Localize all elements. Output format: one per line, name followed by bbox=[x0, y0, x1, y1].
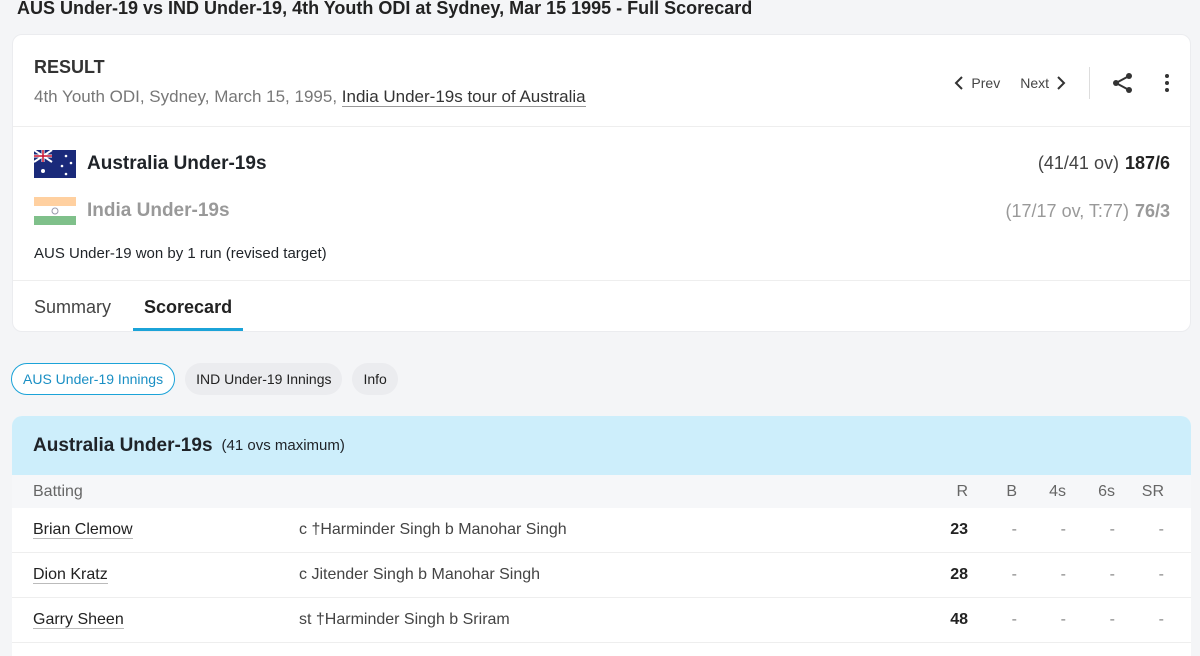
stat-b: - bbox=[1011, 566, 1017, 583]
table-row: Brian Clemow c †Harminder Singh b Manohar… bbox=[12, 508, 1191, 553]
page-title: AUS Under-19 vs IND Under-19, 4th Youth … bbox=[17, 0, 753, 18]
stat-4s: - bbox=[1060, 521, 1066, 538]
result-text: AUS Under-19 won by 1 run (revised targe… bbox=[34, 245, 327, 262]
stat-6s: - bbox=[1109, 566, 1115, 583]
dismissal: c Jitender Singh b Manohar Singh bbox=[299, 566, 541, 583]
match-card: RESULT 4th Youth ODI, Sydney, March 15, … bbox=[12, 34, 1191, 332]
stat-r: 28 bbox=[950, 566, 968, 583]
team-name: Australia Under-19s bbox=[87, 153, 267, 174]
batter-link[interactable]: Garry Sheen bbox=[33, 611, 124, 629]
stat-r: 48 bbox=[950, 611, 968, 628]
team-row-india: India Under-19s bbox=[34, 197, 230, 225]
team-name: India Under-19s bbox=[87, 200, 230, 221]
india-flag-icon bbox=[34, 197, 76, 225]
innings-header: Australia Under-19s (41 ovs maximum) bbox=[12, 416, 1191, 475]
aus-innings-pill[interactable]: AUS Under-19 Innings bbox=[11, 363, 176, 395]
australia-flag-icon bbox=[34, 150, 76, 178]
divider bbox=[1089, 67, 1090, 99]
innings-selector: AUS Under-19 Innings IND Under-19 Inning… bbox=[11, 363, 398, 395]
stat-r: 23 bbox=[950, 521, 968, 538]
chevron-left-icon bbox=[954, 76, 964, 90]
col-6s: 6s bbox=[1098, 482, 1115, 500]
col-sr: SR bbox=[1141, 482, 1164, 500]
col-b: B bbox=[1006, 482, 1017, 500]
stat-sr: - bbox=[1158, 611, 1164, 628]
more-options-icon[interactable] bbox=[1164, 73, 1170, 93]
ind-innings-pill[interactable]: IND Under-19 Innings bbox=[185, 363, 343, 395]
next-button[interactable]: Next bbox=[1020, 75, 1067, 91]
batting-header-row: Batting R B 4s 6s SR bbox=[12, 475, 1191, 508]
tabs: Summary Scorecard bbox=[34, 297, 244, 331]
innings-note: (41 ovs maximum) bbox=[221, 437, 345, 454]
match-info: 4th Youth ODI, Sydney, March 15, 1995, bbox=[34, 87, 338, 106]
match-details: 4th Youth ODI, Sydney, March 15, 1995, I… bbox=[34, 87, 586, 107]
table-row: Garry Sheen st †Harminder Singh b Sriram 4… bbox=[12, 598, 1191, 643]
batter-link[interactable]: Brian Clemow bbox=[33, 521, 133, 539]
team-score: (41/41 ov) 187/6 bbox=[1038, 153, 1170, 174]
team-row-australia: Australia Under-19s bbox=[34, 150, 267, 178]
dismissal: st †Harminder Singh b Sriram bbox=[299, 611, 510, 628]
overs: (41/41 ov) bbox=[1037, 153, 1119, 173]
series-link[interactable]: India Under-19s tour of Australia bbox=[341, 87, 586, 107]
dismissal: c †Harminder Singh b Manohar Singh bbox=[299, 521, 567, 538]
stat-sr: - bbox=[1158, 521, 1164, 538]
info-pill[interactable]: Info bbox=[352, 363, 398, 395]
stat-4s: - bbox=[1060, 611, 1066, 628]
chevron-right-icon bbox=[1057, 76, 1066, 90]
overs: (17/17 ov, T:77) bbox=[1005, 201, 1129, 221]
col-r: R bbox=[956, 482, 968, 500]
team-score: (17/17 ov, T:77) 76/3 bbox=[1006, 201, 1170, 222]
batter-link[interactable]: Dion Kratz bbox=[33, 566, 108, 584]
innings-card: Australia Under-19s (41 ovs maximum) Batt… bbox=[12, 416, 1191, 656]
table-row: Dion Kratz c Jitender Singh b Manohar Sin… bbox=[12, 553, 1191, 598]
col-4s: 4s bbox=[1049, 482, 1066, 500]
prev-label: Prev bbox=[971, 75, 1001, 91]
divider bbox=[13, 126, 1190, 127]
tab-summary[interactable]: Summary bbox=[34, 297, 111, 331]
innings-team: Australia Under-19s bbox=[33, 434, 213, 456]
stat-b: - bbox=[1011, 611, 1017, 628]
prev-button[interactable]: Prev bbox=[953, 75, 1000, 91]
col-batting: Batting bbox=[33, 482, 83, 500]
score: 76/3 bbox=[1134, 201, 1170, 221]
result-status: RESULT bbox=[34, 57, 105, 77]
share-icon[interactable] bbox=[1112, 72, 1134, 94]
stat-4s: - bbox=[1060, 566, 1066, 583]
stat-6s: - bbox=[1109, 611, 1115, 628]
next-label: Next bbox=[1020, 75, 1049, 91]
score: 187/6 bbox=[1124, 153, 1170, 173]
stat-6s: - bbox=[1109, 521, 1115, 538]
stat-b: - bbox=[1011, 521, 1017, 538]
tab-scorecard[interactable]: Scorecard bbox=[133, 297, 244, 331]
divider bbox=[13, 280, 1190, 281]
match-nav: Prev Next bbox=[953, 67, 1170, 99]
stat-sr: - bbox=[1158, 566, 1164, 583]
